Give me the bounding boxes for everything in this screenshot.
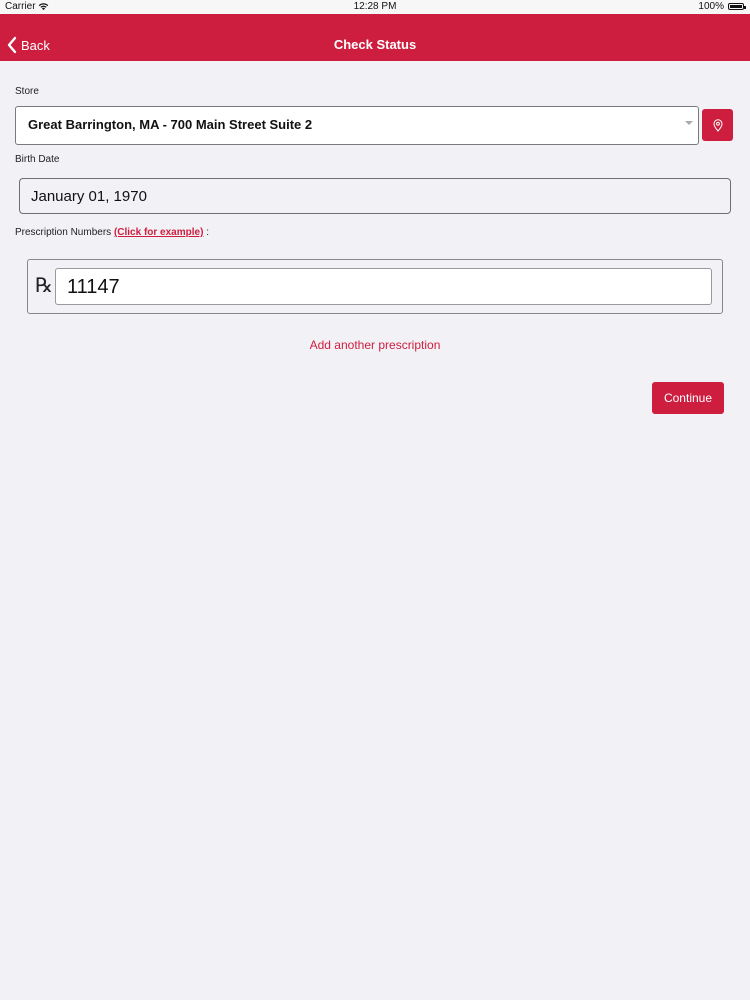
battery-percent: 100% — [698, 1, 724, 12]
status-bar: Carrier 12:28 PM 100% — [0, 0, 750, 14]
dropdown-caret-icon — [685, 121, 693, 125]
rx-icon: ℞ — [35, 275, 53, 297]
store-select[interactable]: Great Barrington, MA - 700 Main Street S… — [15, 106, 699, 145]
page-title: Check Status — [333, 37, 417, 52]
battery-icon — [728, 3, 746, 10]
prescription-number-input[interactable]: 11147 — [55, 268, 712, 305]
continue-button[interactable]: Continue — [652, 382, 724, 414]
store-label: Store — [15, 86, 39, 97]
prescription-number-value: 11147 — [67, 276, 120, 298]
store-value: Great Barrington, MA - 700 Main Street S… — [28, 117, 313, 132]
clock: 12:28 PM — [353, 1, 397, 12]
prescription-entry: ℞ 11147 — [27, 259, 723, 314]
map-pin-icon — [712, 118, 723, 132]
nav-bar: Back Check Status — [0, 14, 750, 61]
locate-store-button[interactable] — [702, 109, 733, 141]
prescription-numbers-label: Prescription Numbers (Click for example)… — [15, 227, 209, 238]
add-prescription-row: Add another prescription — [0, 338, 750, 352]
example-link[interactable]: (Click for example) — [114, 227, 203, 238]
birth-date-value: January 01, 1970 — [31, 188, 147, 205]
add-prescription-link[interactable]: Add another prescription — [310, 338, 441, 352]
birth-date-label: Birth Date — [15, 154, 60, 165]
prescription-label-text: Prescription Numbers — [15, 227, 112, 238]
label-suffix: : — [206, 227, 209, 238]
birth-date-field[interactable]: January 01, 1970 — [19, 178, 731, 214]
